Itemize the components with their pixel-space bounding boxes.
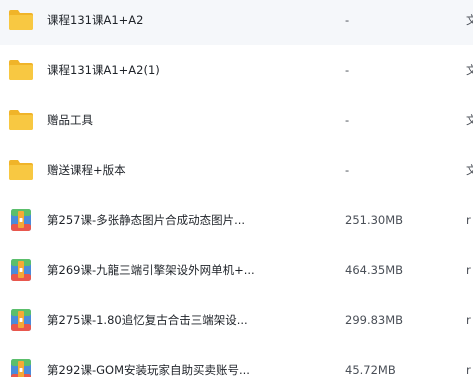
file-name: 第275课-1.80追忆复古合击三端架设...: [47, 313, 248, 327]
file-name: 课程131课A1+A2(1): [47, 63, 160, 77]
file-row-folder[interactable]: 课程131课A1+A2 - 文: [0, 0, 473, 45]
file-type: 文: [466, 163, 473, 177]
file-name: 第292课-GOM安装玩家自助买卖账号...: [47, 363, 250, 377]
file-size: -: [345, 13, 350, 27]
file-type: 文: [466, 63, 473, 77]
file-size: -: [345, 63, 350, 77]
file-type: 文: [466, 113, 473, 127]
file-row-folder[interactable]: 课程131课A1+A2(1) - 文: [0, 45, 473, 95]
file-name: 第257课-多张静态图片合成动态图片...: [47, 213, 246, 227]
file-size: -: [345, 113, 350, 127]
file-type: r: [466, 263, 471, 277]
file-name: 赠品工具: [47, 113, 93, 127]
file-row-archive[interactable]: 第257课-多张静态图片合成动态图片... 251.30MB r: [0, 195, 473, 245]
folder-icon: [8, 107, 34, 133]
file-type: r: [466, 213, 471, 227]
file-size: -: [345, 163, 350, 177]
file-row-archive[interactable]: 第269课-九龍三端引擎架设外网单机+... 464.35MB r: [0, 245, 473, 295]
file-name: 课程131课A1+A2: [47, 13, 144, 27]
file-size: 299.83MB: [345, 313, 404, 327]
archive-icon: [8, 257, 34, 283]
archive-icon: [8, 207, 34, 233]
file-size: 464.35MB: [345, 263, 404, 277]
file-row-folder[interactable]: 赠送课程+版本 - 文: [0, 145, 473, 195]
archive-icon: [8, 357, 34, 377]
folder-icon: [8, 7, 34, 33]
file-size: 45.72MB: [345, 363, 396, 377]
archive-icon: [8, 307, 34, 333]
file-type: r: [466, 363, 471, 377]
file-row-archive[interactable]: 第275课-1.80追忆复古合击三端架设... 299.83MB r: [0, 295, 473, 345]
file-row-folder[interactable]: 赠品工具 - 文: [0, 95, 473, 145]
file-row-archive[interactable]: 第292课-GOM安装玩家自助买卖账号... 45.72MB r: [0, 345, 473, 377]
file-type: 文: [466, 13, 473, 27]
folder-icon: [8, 57, 34, 83]
folder-icon: [8, 157, 34, 183]
file-name: 赠送课程+版本: [47, 163, 126, 177]
file-size: 251.30MB: [345, 213, 404, 227]
file-type: r: [466, 313, 471, 327]
file-list: 课程131课A1+A2 - 文 课程131课A1+A2(1) - 文 赠品工具 …: [0, 0, 473, 377]
file-name: 第269课-九龍三端引擎架设外网单机+...: [47, 263, 255, 277]
